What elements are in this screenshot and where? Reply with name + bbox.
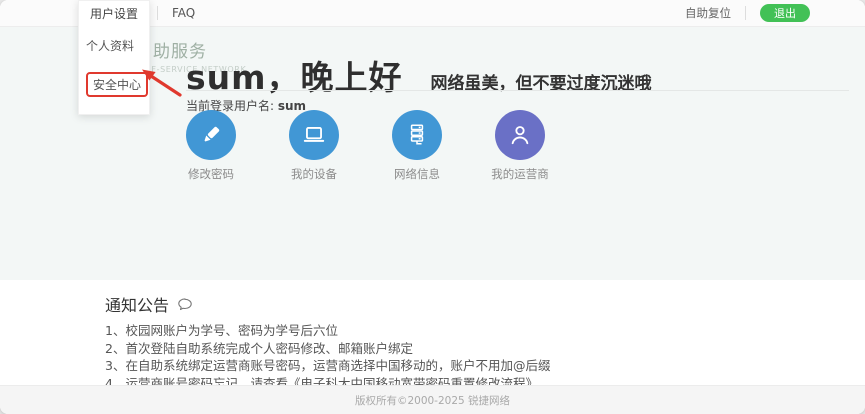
shortcut-network-info[interactable]: 网络信息	[384, 110, 450, 182]
security-center-highlight-box: 安全中心	[86, 72, 148, 97]
shortcut-label: 修改密码	[178, 166, 244, 182]
notice-title-text: 通知公告	[105, 292, 169, 316]
shortcut-label: 我的运营商	[487, 166, 553, 182]
laptop-icon	[289, 110, 339, 160]
dropdown-item-profile[interactable]: 个人资料	[79, 28, 149, 63]
server-icon	[392, 110, 442, 160]
notice-item: 2、首次登陆自助系统完成个人密码修改、邮箱账户绑定	[105, 340, 550, 358]
shortcut-my-devices[interactable]: 我的设备	[281, 110, 347, 182]
notice-section: 通知公告 1、校园网账户为学号、密码为学号后六位 2、首次登陆自助系统完成个人密…	[0, 280, 865, 385]
topbar-right: 自助复位 退出	[685, 4, 865, 22]
shortcut-label: 我的设备	[281, 166, 347, 182]
speech-bubble-icon	[177, 297, 193, 311]
copyright-text: 版权所有©2000-2025 锐捷网络	[355, 393, 510, 408]
self-service-portal-window: FAQ 自助复位 退出 自助服务 SELF-SERVICE NETWORK su…	[0, 0, 865, 414]
shortcut-my-carrier[interactable]: 我的运营商	[487, 110, 553, 182]
menu-faq[interactable]: FAQ	[158, 0, 209, 26]
notice-list: 1、校园网账户为学号、密码为学号后六位 2、首次登陆自助系统完成个人密码修改、邮…	[105, 322, 550, 392]
menu-user-settings[interactable]: 用户设置	[79, 1, 149, 28]
dropdown-item-security-center[interactable]: 安全中心	[79, 63, 149, 106]
shortcut-change-password[interactable]: 修改密码	[178, 110, 244, 182]
shortcuts-row: 修改密码 我的设备	[178, 110, 553, 182]
pencil-icon	[186, 110, 236, 160]
topbar-right-divider	[745, 6, 746, 20]
person-icon	[495, 110, 545, 160]
self-reset-link[interactable]: 自助复位	[685, 5, 731, 21]
shortcut-label: 网络信息	[384, 166, 450, 182]
logout-button[interactable]: 退出	[760, 4, 810, 22]
user-settings-dropdown: 用户设置 个人资料 安全中心	[78, 0, 150, 115]
footer: 版权所有©2000-2025 锐捷网络	[0, 385, 865, 414]
notice-item: 1、校园网账户为学号、密码为学号后六位	[105, 322, 550, 340]
notice-title: 通知公告	[105, 292, 193, 316]
notice-item: 3、在自助系统绑定运营商账号密码，运营商选择中国移动的，账户不用加@后缀	[105, 357, 550, 375]
